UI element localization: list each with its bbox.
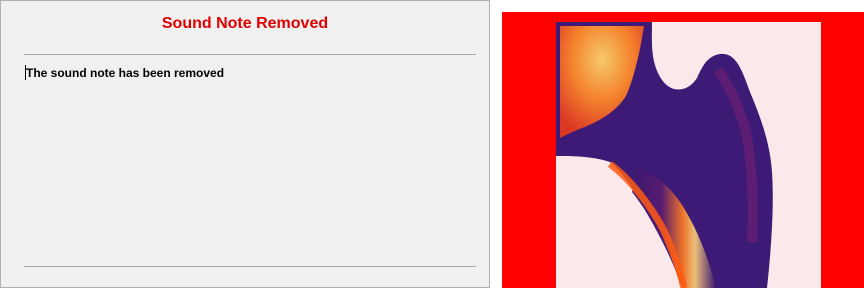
dialog-message: The sound note has been removed [26, 66, 225, 80]
divider-top [24, 54, 476, 55]
bone-density-heatmap-image [502, 12, 864, 288]
bone-scan-image-panel [502, 12, 864, 288]
divider-bottom [24, 266, 476, 267]
sound-note-dialog: Sound Note Removed The sound note has be… [0, 0, 490, 288]
dialog-title: Sound Note Removed [161, 15, 329, 32]
